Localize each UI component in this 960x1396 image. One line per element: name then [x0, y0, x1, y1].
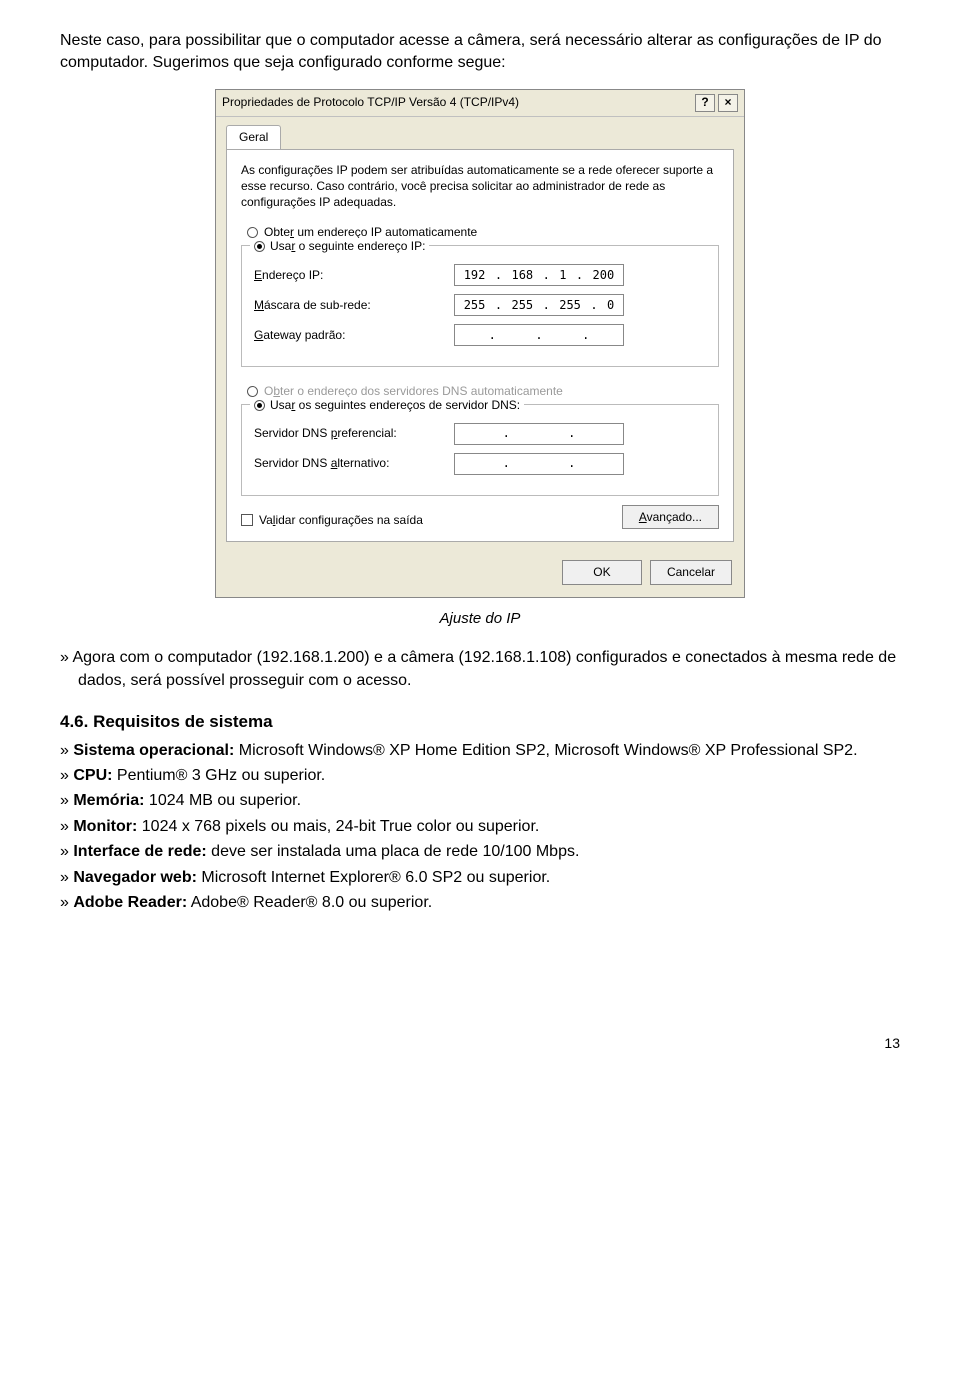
ip-octet: 192: [464, 267, 486, 284]
label-dns1: Servidor DNS preferencial:: [254, 425, 454, 442]
radio-icon: [254, 241, 265, 252]
input-mask[interactable]: 255. 255. 255. 0: [454, 294, 624, 316]
dialog-titlebar: Propriedades de Protocolo TCP/IP Versão …: [216, 90, 744, 117]
dialog-button-row: OK Cancelar: [216, 552, 744, 597]
ip-octet: 0: [607, 297, 614, 314]
input-dns1[interactable]: . .: [454, 423, 624, 445]
radio-icon: [247, 227, 258, 238]
radio-label: Usar o seguinte endereço IP:: [270, 238, 425, 255]
section-4-6-heading: 4.6. Requisitos de sistema: [60, 710, 900, 734]
figure-caption: Ajuste do IP: [60, 608, 900, 629]
tab-geral[interactable]: Geral: [226, 125, 281, 149]
row-gateway: Gateway padrão: . . .: [254, 324, 706, 346]
ip-octet: 255: [511, 297, 533, 314]
advanced-button[interactable]: Avançado...: [622, 505, 719, 530]
label-mask: Máscara de sub-rede:: [254, 297, 454, 314]
tcpip-properties-dialog: Propriedades de Protocolo TCP/IP Versão …: [215, 89, 745, 598]
label-ip: Endereço IP:: [254, 267, 454, 284]
label-gateway: Gateway padrão:: [254, 327, 454, 344]
dialog-title: Propriedades de Protocolo TCP/IP Versão …: [222, 94, 692, 111]
label-dns2: Servidor DNS alternativo:: [254, 455, 454, 472]
page-number: 13: [60, 1034, 900, 1054]
row-dns2: Servidor DNS alternativo: . .: [254, 453, 706, 475]
ip-octet: 168: [511, 267, 533, 284]
list-item: Agora com o computador (192.168.1.200) e…: [60, 647, 900, 692]
ip-octet: 1: [559, 267, 566, 284]
radio-use-ip[interactable]: Usar o seguinte endereço IP:: [250, 238, 429, 255]
requirements-list: Sistema operacional: Microsoft Windows® …: [60, 740, 900, 915]
tab-body: As configurações IP podem ser atribuídas…: [226, 149, 734, 543]
list-item: Interface de rede: deve ser instalada um…: [60, 841, 900, 863]
fieldset-use-ip: Usar o seguinte endereço IP: Endereço IP…: [241, 245, 719, 367]
ip-octet: 255: [464, 297, 486, 314]
radio-icon: [247, 386, 258, 397]
checkbox-label: Validar configurações na saída: [259, 512, 423, 529]
dialog-container: Propriedades de Protocolo TCP/IP Versão …: [60, 89, 900, 598]
radio-icon: [254, 400, 265, 411]
list-item: Adobe Reader: Adobe® Reader® 8.0 ou supe…: [60, 892, 900, 914]
list-item: Memória: 1024 MB ou superior.: [60, 790, 900, 812]
input-dns2[interactable]: . .: [454, 453, 624, 475]
tab-strip: Geral: [216, 117, 744, 149]
help-button[interactable]: ?: [695, 94, 715, 112]
fieldset-use-dns: Usar os seguintes endereços de servidor …: [241, 404, 719, 496]
ip-octet: 255: [559, 297, 581, 314]
intro-paragraph: Neste caso, para possibilitar que o comp…: [60, 30, 900, 75]
input-gateway[interactable]: . . .: [454, 324, 624, 346]
list-item: CPU: Pentium® 3 GHz ou superior.: [60, 765, 900, 787]
close-button[interactable]: ×: [718, 94, 738, 112]
checkbox-icon: [241, 514, 253, 526]
post-dialog-list: Agora com o computador (192.168.1.200) e…: [60, 647, 900, 692]
ip-octet: 200: [593, 267, 615, 284]
list-item: Monitor: 1024 x 768 pixels ou mais, 24-b…: [60, 816, 900, 838]
input-ip[interactable]: 192. 168. 1. 200: [454, 264, 624, 286]
radio-use-dns[interactable]: Usar os seguintes endereços de servidor …: [250, 397, 524, 414]
row-mask: Máscara de sub-rede: 255. 255. 255. 0: [254, 294, 706, 316]
row-ip: Endereço IP: 192. 168. 1. 200: [254, 264, 706, 286]
list-item: Navegador web: Microsoft Internet Explor…: [60, 867, 900, 889]
ok-button[interactable]: OK: [562, 560, 642, 585]
row-dns1: Servidor DNS preferencial: . .: [254, 423, 706, 445]
list-item: Sistema operacional: Microsoft Windows® …: [60, 740, 900, 762]
dialog-description: As configurações IP podem ser atribuídas…: [241, 162, 719, 211]
cancel-button[interactable]: Cancelar: [650, 560, 732, 585]
radio-label: Usar os seguintes endereços de servidor …: [270, 397, 520, 414]
